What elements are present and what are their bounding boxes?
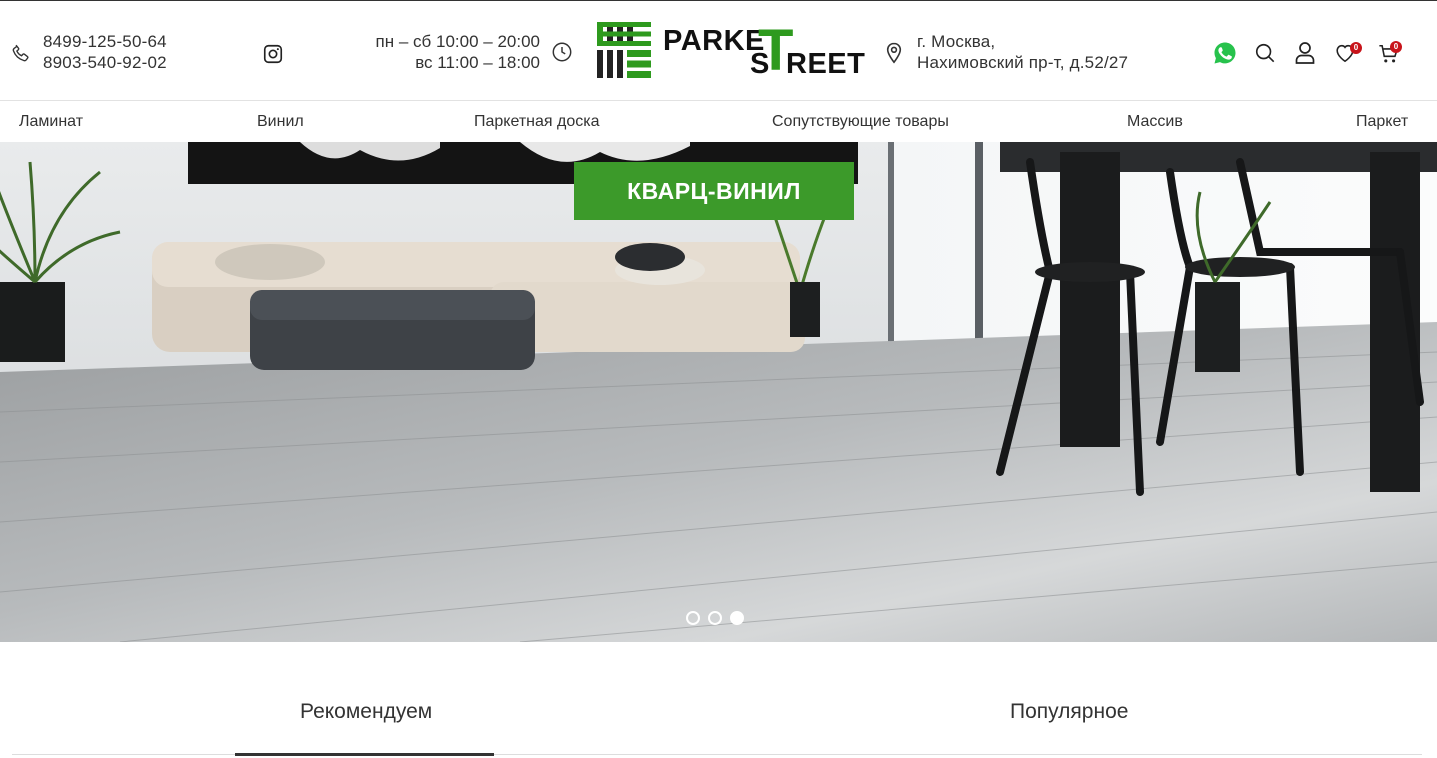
phone-number-1[interactable]: 8499-125-50-64 — [43, 31, 167, 52]
tab-active-indicator — [235, 753, 494, 756]
cart-count-badge: 0 — [1390, 41, 1402, 53]
search-icon[interactable] — [1254, 42, 1276, 64]
slider-dot-1[interactable] — [686, 611, 700, 625]
tab-recommended[interactable]: Рекомендуем — [300, 699, 432, 725]
user-icon[interactable] — [1294, 41, 1316, 65]
logo-mark-icon — [597, 22, 651, 78]
phone-icon[interactable] — [10, 42, 32, 64]
logo-text-reet: REET — [786, 48, 866, 80]
working-hours: пн – сб 10:00 – 20:00 вс 11:00 – 18:00 — [330, 31, 540, 73]
nav-item-related-goods[interactable]: Сопутствующие товары — [772, 112, 949, 132]
hours-weekdays: пн – сб 10:00 – 20:00 — [375, 32, 540, 51]
whatsapp-icon[interactable] — [1213, 41, 1237, 65]
location-pin-icon — [886, 42, 902, 64]
clock-icon — [552, 42, 572, 62]
phone-numbers[interactable]: 8499-125-50-64 8903-540-92-02 — [43, 31, 167, 73]
nav-item-solid-wood[interactable]: Массив — [1127, 112, 1183, 132]
address-city: г. Москва, — [917, 32, 996, 51]
hero-category-button[interactable]: КВАРЦ-ВИНИЛ — [574, 162, 854, 220]
nav-item-vinyl[interactable]: Винил — [257, 112, 304, 132]
instagram-icon[interactable] — [262, 43, 284, 65]
nav-item-parquet[interactable]: Паркет — [1356, 112, 1408, 132]
hero-slider[interactable]: КВАРЦ-ВИНИЛ — [0, 142, 1437, 642]
slider-dot-3[interactable] — [730, 611, 744, 625]
product-tabs: Рекомендуем Популярное — [0, 642, 1437, 758]
hours-sunday: вс 11:00 – 18:00 — [415, 53, 540, 72]
phone-number-2[interactable]: 8903-540-92-02 — [43, 52, 167, 73]
store-address[interactable]: г. Москва, Нахимовский пр-т, д.52/27 — [917, 31, 1128, 73]
nav-item-laminate[interactable]: Ламинат — [19, 112, 83, 132]
logo-text-s: S — [750, 48, 770, 80]
tabs-divider — [12, 754, 1422, 755]
slider-dot-2[interactable] — [708, 611, 722, 625]
nav-item-parquet-board[interactable]: Паркетная доска — [474, 112, 600, 132]
site-header: 8499-125-50-64 8903-540-92-02 пн – сб 10… — [0, 0, 1437, 101]
wishlist-count-badge: 0 — [1350, 42, 1362, 54]
address-street: Нахимовский пр-т, д.52/27 — [917, 53, 1129, 72]
main-navigation: Ламинат Винил Паркетная доска Сопутствую… — [0, 101, 1437, 142]
tab-popular[interactable]: Популярное — [1010, 699, 1128, 725]
site-logo[interactable]: PARKE T S REET — [597, 22, 866, 80]
